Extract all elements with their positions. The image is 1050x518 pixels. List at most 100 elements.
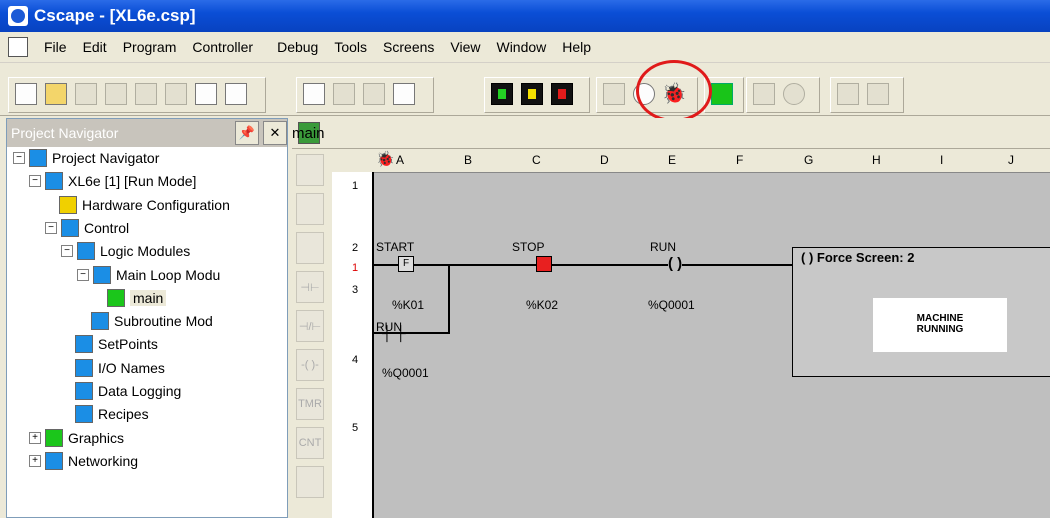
menu-tools[interactable]: Tools bbox=[326, 39, 375, 55]
tree-item-label: main bbox=[130, 289, 167, 306]
tree-item-label: Main Loop Modu bbox=[116, 266, 221, 283]
open-button[interactable] bbox=[42, 79, 70, 109]
seal-in-contact[interactable]: ┤ ├ bbox=[382, 325, 406, 341]
menu-window[interactable]: Window bbox=[488, 39, 554, 55]
stop-mode-button[interactable] bbox=[548, 79, 576, 109]
new-button[interactable] bbox=[12, 79, 40, 109]
tree-item[interactable]: Subroutine Mod bbox=[77, 310, 213, 332]
tree-item[interactable]: SetPoints bbox=[61, 333, 158, 355]
tree-node-icon bbox=[91, 312, 109, 331]
idle-mode-button[interactable] bbox=[518, 79, 546, 109]
tree-item-label: Data Logging bbox=[98, 383, 182, 399]
connect-button[interactable] bbox=[300, 79, 328, 109]
print-button[interactable] bbox=[102, 79, 130, 109]
monitor-icon bbox=[603, 83, 625, 105]
copy-button[interactable] bbox=[162, 79, 190, 109]
toolbar-group-debug: 🐞 bbox=[596, 77, 698, 113]
tree-item[interactable]: − Project Navigator bbox=[13, 147, 159, 169]
start-label: START bbox=[376, 240, 415, 254]
gauge-button[interactable] bbox=[780, 79, 808, 109]
palette-tool-button[interactable]: ⊣/⊢ bbox=[296, 310, 324, 342]
screen-button[interactable] bbox=[750, 79, 778, 109]
document-system-icon[interactable] bbox=[8, 37, 28, 57]
tree-item[interactable]: + Networking bbox=[29, 450, 138, 472]
palette-tool-button[interactable]: CNT bbox=[296, 427, 324, 459]
rung-wire bbox=[372, 264, 792, 266]
graphics-editor-button[interactable] bbox=[708, 79, 736, 109]
collapse-icon[interactable]: − bbox=[29, 175, 41, 188]
row-number: 5 bbox=[352, 422, 359, 434]
row-number: 1 bbox=[352, 180, 359, 192]
tree-item[interactable]: Data Logging bbox=[61, 380, 181, 402]
palette-tool-button[interactable]: ⊣⊢ bbox=[296, 271, 324, 303]
branch-join bbox=[448, 264, 450, 334]
tree-node-icon bbox=[45, 428, 63, 447]
toolbar-group-program bbox=[296, 77, 434, 113]
screen-icon bbox=[753, 83, 775, 105]
palette-tool-button[interactable] bbox=[296, 154, 324, 186]
palette-tool-button[interactable] bbox=[296, 193, 324, 225]
verify-button[interactable] bbox=[330, 79, 358, 109]
tree-item[interactable]: − Main Loop Modu bbox=[77, 264, 220, 286]
upload-button[interactable] bbox=[390, 79, 418, 109]
start-contact[interactable]: F bbox=[398, 256, 414, 272]
collapse-icon[interactable]: − bbox=[45, 221, 57, 234]
stop-contact[interactable] bbox=[536, 256, 552, 272]
gauge-icon bbox=[783, 83, 805, 105]
toolbar-group-misc bbox=[746, 77, 820, 113]
menu-view[interactable]: View bbox=[442, 39, 488, 55]
column-label: H bbox=[872, 153, 881, 167]
run-coil[interactable]: ( ) bbox=[668, 255, 683, 272]
tree-node-icon bbox=[59, 195, 77, 214]
title-bar: Cscape - [XL6e.csp] bbox=[0, 0, 1050, 32]
menu-screens[interactable]: Screens bbox=[375, 39, 442, 55]
save-button[interactable] bbox=[72, 79, 100, 109]
column-header: 🐞 A B C D E F G H I J bbox=[332, 150, 1050, 173]
run-mode-button[interactable] bbox=[488, 79, 516, 109]
tree-node-icon bbox=[45, 172, 63, 191]
monitor-button[interactable] bbox=[600, 79, 628, 109]
ladder-grid[interactable]: 🐞 A B C D E F G H I J 1 2 1 3 4 5 START F %K01 STOP %K… bbox=[332, 150, 1050, 518]
tree-item[interactable]: main bbox=[93, 287, 167, 309]
unlock-button[interactable] bbox=[864, 79, 892, 109]
expand-icon[interactable]: + bbox=[29, 431, 41, 444]
tree-node-icon bbox=[61, 218, 79, 237]
tree-item[interactable]: I/O Names bbox=[61, 357, 165, 379]
menu-debug[interactable]: Debug bbox=[269, 39, 326, 55]
tree-item[interactable]: Hardware Configuration bbox=[45, 194, 230, 216]
download-button[interactable] bbox=[360, 79, 388, 109]
context-help-button[interactable] bbox=[222, 79, 250, 109]
tree-node-icon bbox=[75, 358, 93, 377]
pin-icon[interactable]: 📌 bbox=[235, 121, 259, 145]
lock-button[interactable] bbox=[834, 79, 862, 109]
tab-main[interactable]: main bbox=[292, 118, 1050, 149]
tree-item[interactable]: − Logic Modules bbox=[61, 240, 190, 262]
collapse-icon[interactable]: − bbox=[61, 245, 73, 258]
collapse-icon[interactable]: − bbox=[77, 268, 89, 281]
palette-tool-button[interactable] bbox=[296, 466, 324, 498]
green-light-icon bbox=[491, 83, 513, 105]
find-button[interactable] bbox=[630, 79, 658, 109]
menu-edit[interactable]: Edit bbox=[75, 39, 115, 55]
tree-item[interactable]: − XL6e [1] [Run Mode] bbox=[29, 170, 196, 192]
menu-help[interactable]: Help bbox=[554, 39, 599, 55]
tree-item[interactable]: − Control bbox=[45, 217, 129, 239]
help-pointer-icon bbox=[225, 83, 247, 105]
paste-button[interactable] bbox=[192, 79, 220, 109]
menu-file[interactable]: File bbox=[36, 39, 75, 55]
palette-tool-button[interactable] bbox=[296, 232, 324, 264]
debug-button[interactable]: 🐞 bbox=[660, 79, 688, 109]
menu-bar: File Edit Program Controller Debug Tools… bbox=[0, 32, 1050, 63]
expand-icon[interactable]: + bbox=[29, 454, 41, 467]
palette-tool-button[interactable]: TMR bbox=[296, 388, 324, 420]
column-label: F bbox=[736, 153, 744, 167]
tree-item[interactable]: + Graphics bbox=[29, 427, 124, 449]
menu-program[interactable]: Program bbox=[115, 39, 185, 55]
force-screen-block[interactable]: ( ) Force Screen: 2 MACHINE RUNNING bbox=[792, 247, 1050, 377]
cut-button[interactable] bbox=[132, 79, 160, 109]
tree-item[interactable]: Recipes bbox=[61, 403, 149, 425]
palette-tool-button[interactable]: -( )- bbox=[296, 349, 324, 381]
menu-controller[interactable]: Controller bbox=[184, 39, 261, 55]
collapse-icon[interactable]: − bbox=[13, 152, 25, 164]
close-icon[interactable]: ✕ bbox=[263, 121, 287, 145]
